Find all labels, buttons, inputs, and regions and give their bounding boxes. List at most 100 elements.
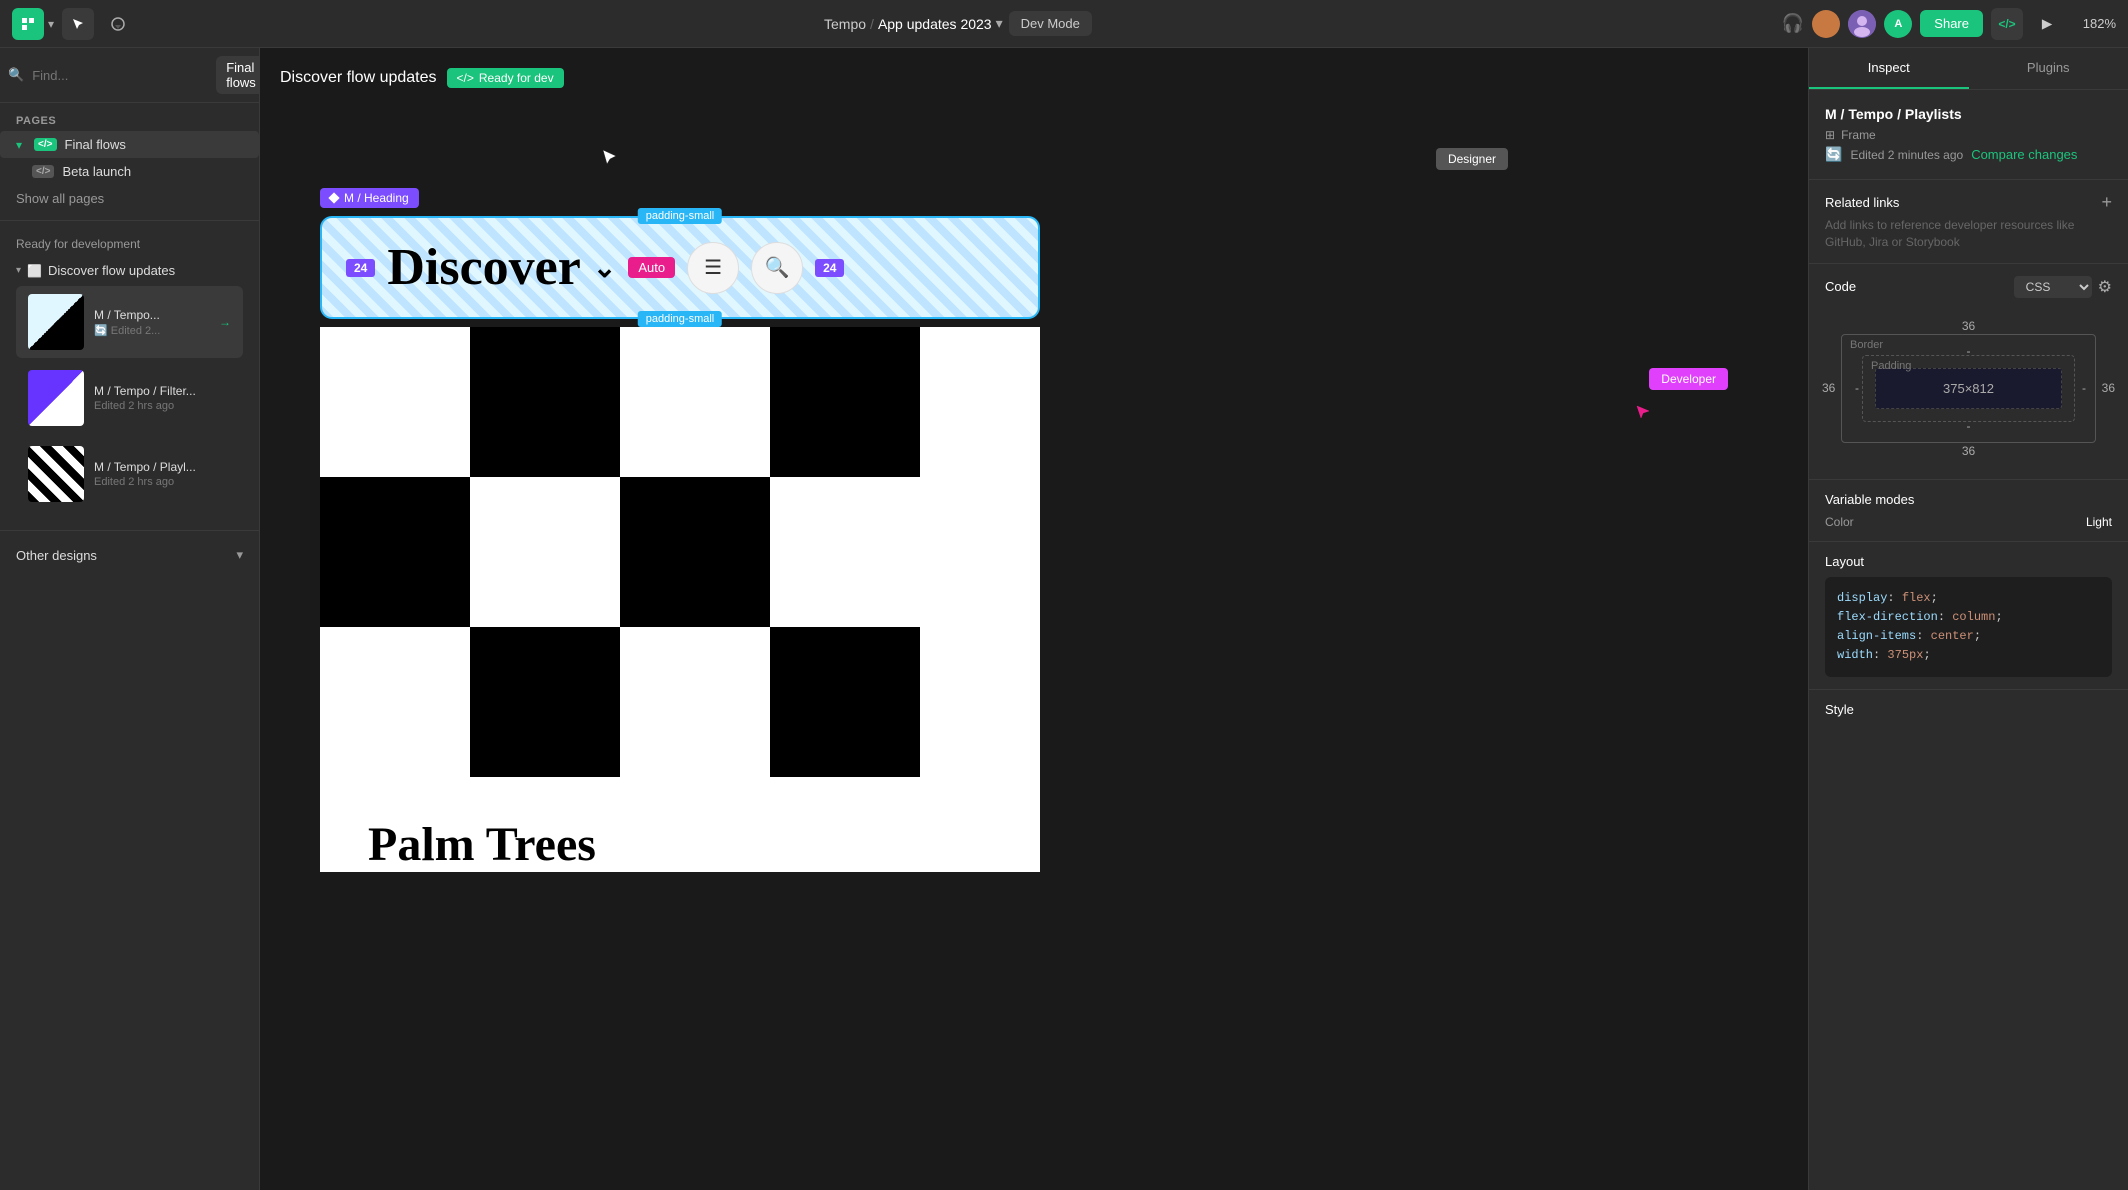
- topbar: ▾ Tempo / App updates 2023 ▾ Dev Mode 🎧 …: [0, 0, 2128, 48]
- breadcrumb-sep: /: [870, 16, 874, 32]
- padding-bottom: -: [1967, 419, 1971, 433]
- frame-group-header[interactable]: ▾ ⬜ Discover flow updates: [16, 259, 243, 282]
- sidebar-item-final-flows[interactable]: ▾ </> Final flows: [0, 131, 259, 158]
- avatar-self: A: [1884, 10, 1912, 38]
- sidebar-item-beta-launch[interactable]: </> Beta launch: [0, 158, 259, 185]
- frame-item-2[interactable]: M / Tempo / Filter... Edited 2 hrs ago: [16, 362, 243, 434]
- checker-cell-4: [770, 327, 920, 477]
- menu-button[interactable]: ☰: [687, 242, 739, 294]
- show-all-pages[interactable]: Show all pages: [0, 185, 259, 212]
- edit-time-label: Edited 2 minutes ago: [1850, 148, 1963, 162]
- breadcrumb-file: App updates 2023: [878, 16, 992, 32]
- breadcrumb[interactable]: Tempo / App updates 2023 ▾: [824, 15, 1003, 32]
- padding-right: -: [2082, 381, 2086, 395]
- frame-time-2: Edited 2 hrs ago: [94, 400, 231, 412]
- palm-trees-container: Palm Trees: [320, 777, 1040, 872]
- box-top-num: 36: [1962, 319, 1975, 333]
- dev-mode-button[interactable]: Dev Mode: [1009, 11, 1092, 36]
- frame-header-inner: 24 Discover ⌄ Auto ☰ 🔍 24: [322, 218, 1038, 317]
- ready-badge-icon: </>: [457, 71, 474, 85]
- checker-cell-2: [470, 327, 620, 477]
- checker-row-1: [320, 327, 1040, 477]
- page-code-icon: </>: [34, 138, 56, 151]
- developer-badge: Developer: [1649, 368, 1728, 390]
- frame-nav-arrow-1[interactable]: →: [219, 315, 231, 329]
- main-frame: M / Heading padding-small padding-small …: [320, 188, 1040, 872]
- border-label: Border: [1850, 339, 1883, 351]
- code-settings-icon[interactable]: ⚙: [2098, 277, 2112, 297]
- other-designs-chevron: ▾: [236, 547, 243, 563]
- ready-for-dev-badge[interactable]: </> Ready for dev: [447, 68, 564, 88]
- designer-badge: Designer: [1436, 148, 1508, 170]
- checker-cell-3: [620, 327, 770, 477]
- play-button[interactable]: ▶: [2031, 8, 2063, 40]
- page-expand-icon: ▾: [16, 138, 22, 152]
- cursor-indicator: [600, 148, 622, 173]
- layout-section: Layout display: flex; flex-direction: co…: [1809, 542, 2128, 690]
- box-left-num: 36: [1822, 381, 1835, 395]
- padding-label: Padding: [1871, 360, 1911, 372]
- page-label-beta-launch: Beta launch: [62, 164, 131, 179]
- box-dimensions-text: 375×812: [1943, 381, 1994, 396]
- code-controls: CSS Swift Android ⚙: [2014, 276, 2112, 298]
- ready-badge-label: Ready for dev: [479, 71, 554, 85]
- search-icon: 🔍: [8, 67, 24, 83]
- checker-cell-5: [320, 477, 470, 627]
- compare-changes-link[interactable]: Compare changes: [1971, 147, 2077, 162]
- code-line-1: display: flex;: [1837, 589, 2100, 608]
- add-related-link-button[interactable]: +: [2101, 192, 2112, 213]
- page-code-icon-2: </>: [32, 165, 54, 178]
- chevron-down-icon: ⌄: [593, 251, 616, 284]
- spacing-left-badge: 24: [346, 259, 375, 277]
- workspace-menu[interactable]: ▾: [12, 8, 54, 40]
- frame-time-1: 🔄 Edited 2...: [94, 324, 209, 337]
- box-model-container: Border 36 36 36 36 Padding - - - - 375×8…: [1825, 310, 2112, 467]
- checkerboard-area: [320, 327, 1040, 777]
- canvas-area: Discover flow updates </> Ready for dev …: [260, 48, 1808, 1190]
- frame-item-3[interactable]: M / Tempo / Playl... Edited 2 hrs ago: [16, 438, 243, 510]
- topbar-left: ▾: [12, 8, 134, 40]
- share-button[interactable]: Share: [1920, 10, 1983, 37]
- related-links-header: Related links +: [1809, 180, 2128, 217]
- checker-cell-1: [320, 327, 470, 477]
- component-info-section: M / Tempo / Playlists ⊞ Frame 🔄 Edited 2…: [1809, 90, 2128, 179]
- frame-name-2: M / Tempo / Filter...: [94, 384, 231, 398]
- checker-cell-6: [470, 477, 620, 627]
- heading-annotation: M / Heading: [320, 188, 419, 208]
- code-button[interactable]: </>: [1991, 8, 2023, 40]
- frame-time-3: Edited 2 hrs ago: [94, 476, 231, 488]
- checker-row-3: [320, 627, 1040, 777]
- right-panel-tabs: Inspect Plugins: [1809, 48, 2128, 90]
- search-button[interactable]: 🔍: [751, 242, 803, 294]
- code-line-4: width: 375px;: [1837, 646, 2100, 665]
- ready-section-title: Ready for development: [16, 237, 243, 251]
- diamond-icon: [328, 192, 339, 203]
- code-language-select[interactable]: CSS Swift Android: [2014, 276, 2092, 298]
- variable-modes-title: Variable modes: [1825, 492, 1914, 507]
- frame-group-name: Discover flow updates: [48, 263, 175, 278]
- page-label-final-flows: Final flows: [65, 137, 126, 152]
- frame-item-1[interactable]: M / Tempo... 🔄 Edited 2... →: [16, 286, 243, 358]
- workspace-chevron: ▾: [48, 17, 54, 31]
- tab-plugins[interactable]: Plugins: [1969, 48, 2128, 89]
- component-path: M / Tempo / Playlists: [1825, 106, 2112, 122]
- app-header-frame: padding-small padding-small 24 Discover …: [320, 216, 1040, 319]
- tab-inspect[interactable]: Inspect: [1809, 48, 1969, 89]
- logo-button[interactable]: [12, 8, 44, 40]
- comment-tool[interactable]: [102, 8, 134, 40]
- frame-type-icon: ⊞: [1825, 128, 1835, 142]
- frame-thumb-1: [28, 294, 84, 350]
- show-all-label: Show all pages: [16, 191, 104, 206]
- page-selector-label: Final flows: [226, 60, 256, 90]
- select-tool[interactable]: [62, 8, 94, 40]
- page-selector-button[interactable]: Final flows ▾: [216, 56, 260, 94]
- related-links-desc: Add links to reference developer resourc…: [1809, 217, 2128, 263]
- frame-info-3: M / Tempo / Playl... Edited 2 hrs ago: [94, 460, 231, 488]
- search-input[interactable]: [32, 68, 208, 83]
- discover-text: Discover: [387, 238, 580, 297]
- menu-lines-icon: ☰: [704, 255, 722, 280]
- frame-time-text-1: Edited 2...: [111, 325, 161, 337]
- checker-cell-7: [620, 477, 770, 627]
- breadcrumb-chevron[interactable]: ▾: [996, 15, 1003, 32]
- other-designs-section[interactable]: Other designs ▾: [0, 539, 259, 571]
